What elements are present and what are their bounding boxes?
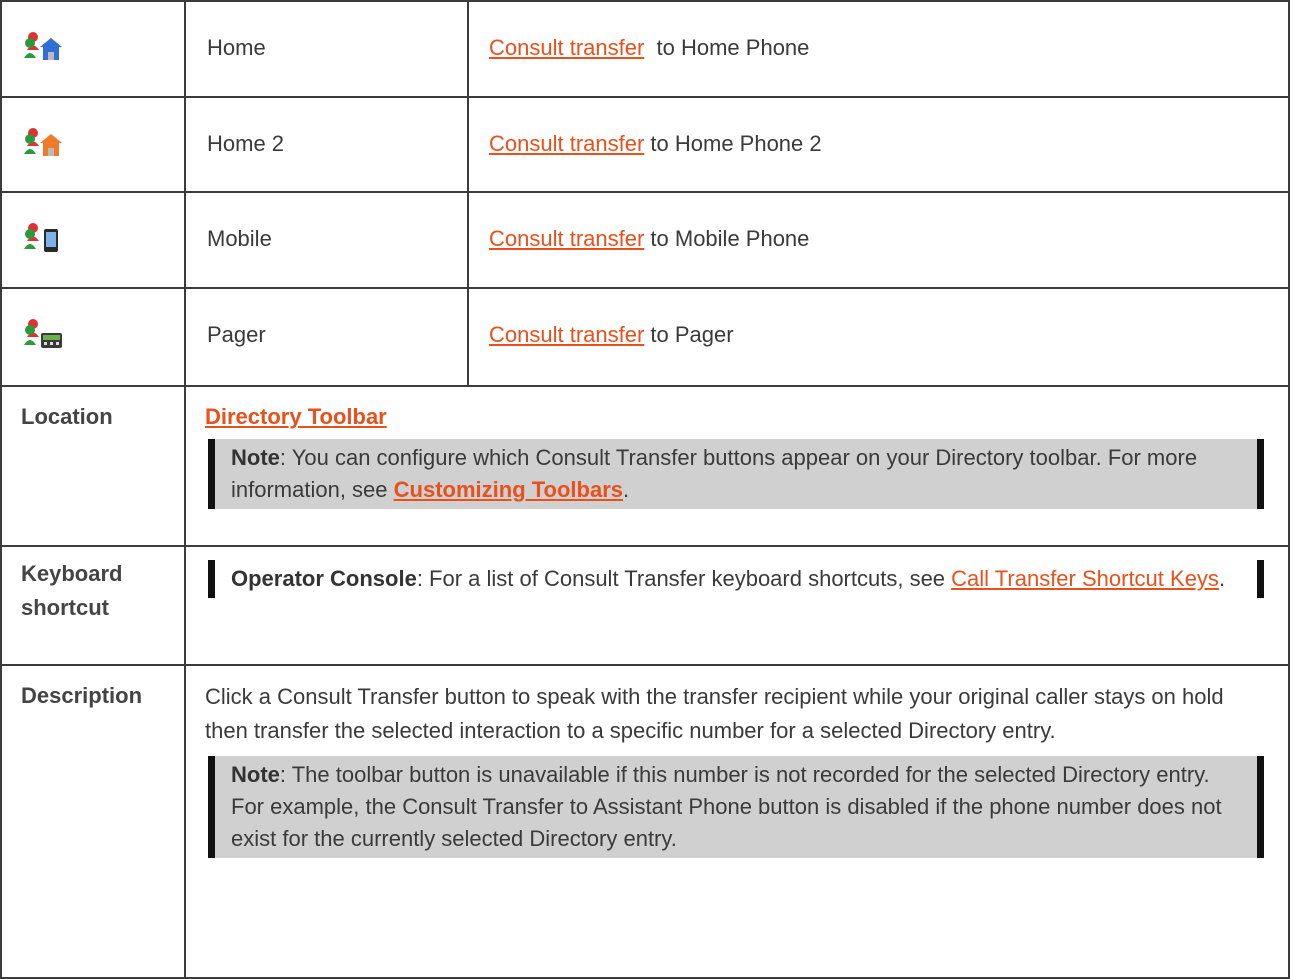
table-row: Home Consult transfer to Home Phone bbox=[0, 0, 1290, 98]
action-cell: Consult transfer to Pager bbox=[467, 287, 1290, 387]
location-label: Location bbox=[21, 404, 113, 429]
consult-transfer-home-icon bbox=[24, 28, 184, 62]
note-end: . bbox=[1218, 566, 1226, 591]
consult-transfer-link[interactable]: Consult transfer bbox=[489, 226, 644, 251]
icon-cell bbox=[0, 287, 186, 387]
button-name: Pager bbox=[184, 287, 469, 387]
location-row: Location Directory Toolbar Note: You can… bbox=[0, 385, 1290, 547]
location-note: Note: You can configure which Consult Tr… bbox=[208, 439, 1264, 509]
icon-cell bbox=[0, 191, 186, 289]
call-transfer-shortcut-keys-link[interactable]: Call Transfer Shortcut Keys bbox=[951, 566, 1219, 591]
action-cell: Consult transfer to Home Phone bbox=[467, 0, 1290, 98]
action-text: to Pager bbox=[644, 322, 734, 347]
consult-transfer-table: Home Consult transfer to Home Phone Home… bbox=[0, 0, 1290, 979]
consult-transfer-pager-icon bbox=[24, 315, 184, 349]
button-name: Home 2 bbox=[184, 96, 469, 193]
note-text: : The toolbar button is unavailable if t… bbox=[231, 762, 1222, 851]
action-cell: Consult transfer to Mobile Phone bbox=[467, 191, 1290, 289]
keyboard-label: Keyboard shortcut bbox=[2, 547, 184, 625]
table-row: Pager Consult transfer to Pager bbox=[0, 287, 1290, 387]
button-name: Home bbox=[184, 0, 469, 98]
action-text: to Home Phone 2 bbox=[644, 131, 822, 156]
consult-transfer-mobile-icon bbox=[24, 219, 184, 253]
table-row: Mobile Consult transfer to Mobile Phone bbox=[0, 191, 1290, 289]
location-label-cell: Location bbox=[0, 385, 186, 547]
note-label: Operator Console bbox=[231, 566, 417, 591]
action-cell: Consult transfer to Home Phone 2 bbox=[467, 96, 1290, 193]
keyboard-label-line1: Keyboard bbox=[21, 561, 123, 586]
customizing-toolbars-link[interactable]: Customizing Toolbars bbox=[394, 477, 623, 502]
description-label-cell: Description bbox=[0, 664, 186, 979]
keyboard-label-cell: Keyboard shortcut bbox=[0, 545, 186, 666]
description-text: Click a Consult Transfer button to speak… bbox=[205, 684, 1224, 743]
action-text: to Home Phone bbox=[644, 35, 810, 60]
consult-transfer-home2-icon bbox=[24, 124, 184, 158]
button-name: Mobile bbox=[184, 191, 469, 289]
consult-transfer-link[interactable]: Consult transfer bbox=[489, 322, 644, 347]
note-end: . bbox=[623, 477, 630, 502]
description-row: Description Click a Consult Transfer but… bbox=[0, 664, 1290, 979]
note-label: Note bbox=[231, 762, 280, 787]
note-text: : For a list of Consult Transfer keyboar… bbox=[416, 566, 952, 591]
location-value-cell: Directory Toolbar Note: You can configur… bbox=[184, 385, 1290, 547]
keyboard-shortcut-row: Keyboard shortcut Operator Console: For a… bbox=[0, 545, 1290, 666]
description-label: Description bbox=[21, 683, 143, 708]
directory-toolbar-link[interactable]: Directory Toolbar bbox=[205, 404, 387, 429]
keyboard-value-cell: Operator Console: For a list of Consult … bbox=[184, 545, 1290, 666]
icon-cell bbox=[0, 0, 186, 98]
note-label: Note bbox=[231, 445, 280, 470]
table-row: Home 2 Consult transfer to Home Phone 2 bbox=[0, 96, 1290, 193]
description-value-cell: Click a Consult Transfer button to speak… bbox=[184, 664, 1290, 979]
icon-cell bbox=[0, 96, 186, 193]
action-text: to Mobile Phone bbox=[644, 226, 810, 251]
consult-transfer-link[interactable]: Consult transfer bbox=[489, 131, 644, 156]
keyboard-label-line2: shortcut bbox=[21, 595, 109, 620]
description-note: Note: The toolbar button is unavailable … bbox=[208, 756, 1264, 858]
keyboard-note: Operator Console: For a list of Consult … bbox=[208, 560, 1264, 598]
consult-transfer-link[interactable]: Consult transfer bbox=[489, 35, 644, 60]
note-text: : You can configure which Consult Transf… bbox=[231, 445, 1198, 502]
